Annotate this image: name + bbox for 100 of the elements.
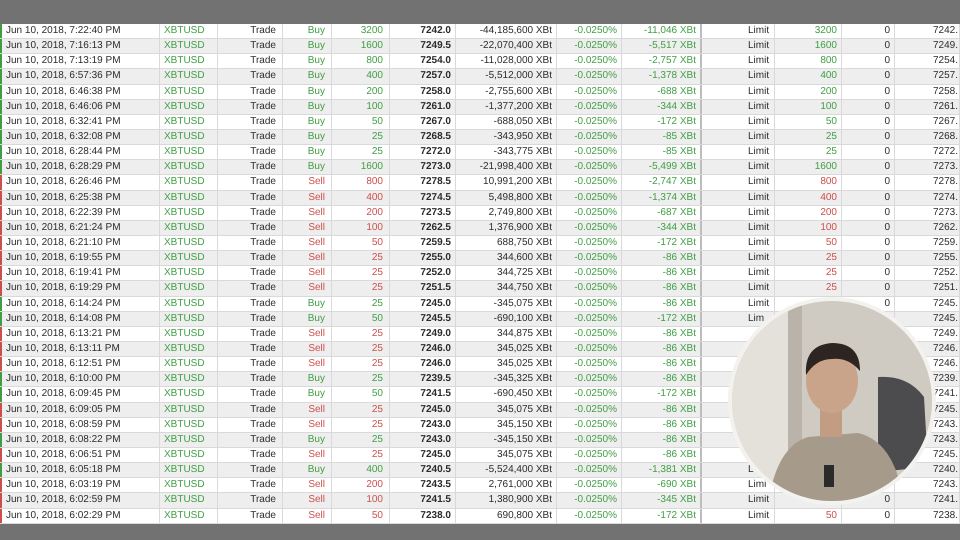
table-cell: 7245.0	[390, 448, 456, 462]
table-cell: Buy	[283, 84, 332, 99]
table-cell: -0.0250%	[557, 130, 622, 144]
table-cell: Trade	[218, 175, 283, 190]
table-cell: 7278.5	[390, 175, 456, 190]
table-cell: -0.0250%	[557, 342, 622, 356]
table-cell: 0	[842, 69, 895, 84]
table-cell: 25	[332, 130, 390, 144]
table-cell: -345,075 XBt	[456, 296, 557, 311]
table-cell: 7245.0	[390, 402, 456, 417]
table-cell: Limit	[702, 251, 775, 266]
table-cell: 1600	[332, 160, 390, 174]
table-cell: XBTUSD	[160, 493, 218, 508]
table-cell: 0	[842, 175, 895, 190]
table-cell: -0.0250%	[557, 251, 622, 266]
table-cell: 7259.5	[390, 236, 456, 250]
table-cell: 50	[332, 387, 390, 402]
table-cell: XBTUSD	[160, 69, 218, 84]
table-cell: Limit	[702, 145, 775, 160]
table-cell: Buy	[283, 69, 332, 84]
table-cell: Jun 10, 2018, 6:09:45 PM	[0, 387, 160, 402]
table-cell: Trade	[218, 508, 283, 523]
table-cell: XBTUSD	[160, 478, 218, 492]
table-cell: Trade	[218, 100, 283, 114]
table-cell: Jun 10, 2018, 7:16:13 PM	[0, 39, 160, 54]
table-cell: Limit	[702, 493, 775, 508]
table-cell: 345,150 XBt	[456, 418, 557, 432]
table-cell: 7245.5	[390, 312, 456, 326]
table-cell: 7262.	[895, 220, 960, 235]
table-cell: Buy	[283, 100, 332, 114]
table-cell: XBTUSD	[160, 251, 218, 266]
table-cell: 7249.0	[390, 326, 456, 341]
table-cell: 0	[842, 100, 895, 114]
table-cell: 0	[842, 236, 895, 250]
table-cell: 1600	[775, 39, 842, 54]
table-cell: Jun 10, 2018, 6:57:36 PM	[0, 69, 160, 84]
table-cell: Limit	[702, 236, 775, 250]
table-cell: 25	[332, 251, 390, 266]
table-cell: Sell	[283, 236, 332, 250]
table-cell: Trade	[218, 220, 283, 235]
table-cell: -0.0250%	[557, 175, 622, 190]
table-cell: Trade	[218, 312, 283, 326]
table-cell: 400	[332, 463, 390, 478]
table-cell: 0	[842, 251, 895, 266]
table-cell: Sell	[283, 220, 332, 235]
table-cell: 25	[332, 145, 390, 160]
table-cell: -44,185,600 XBt	[456, 24, 557, 38]
table-cell: XBTUSD	[160, 402, 218, 417]
table-cell: Limit	[702, 281, 775, 296]
table-cell: -0.0250%	[557, 418, 622, 432]
table-cell: 7267.	[895, 114, 960, 129]
table-cell: 7239.5	[390, 372, 456, 386]
table-cell: -343,775 XBt	[456, 145, 557, 160]
table-cell: XBTUSD	[160, 114, 218, 129]
table-cell: -690,450 XBt	[456, 387, 557, 402]
table-cell: 0	[842, 130, 895, 144]
table-cell: 7242.	[895, 24, 960, 38]
table-cell: Limit	[702, 190, 775, 205]
table-cell: Jun 10, 2018, 6:08:59 PM	[0, 418, 160, 432]
table-cell: XBTUSD	[160, 206, 218, 220]
table-cell: 0	[842, 266, 895, 280]
table-cell: 100	[332, 220, 390, 235]
table-cell: 344,750 XBt	[456, 281, 557, 296]
table-cell: 344,725 XBt	[456, 266, 557, 280]
table-cell: Trade	[218, 114, 283, 129]
table-cell: Limit	[702, 69, 775, 84]
table-cell: 7272.	[895, 145, 960, 160]
table-cell: Jun 10, 2018, 6:10:00 PM	[0, 372, 160, 386]
table-cell: Jun 10, 2018, 6:08:22 PM	[0, 432, 160, 447]
table-cell: 7258.	[895, 84, 960, 99]
table-cell: 7259.	[895, 236, 960, 250]
table-cell: Trade	[218, 54, 283, 68]
table-cell: 0	[842, 160, 895, 174]
table-cell: Trade	[218, 432, 283, 447]
table-cell: 7268.5	[390, 130, 456, 144]
table-cell: 25	[332, 296, 390, 311]
table-cell: 7273.	[895, 160, 960, 174]
table-cell: Trade	[218, 130, 283, 144]
table-cell: Trade	[218, 387, 283, 402]
table-cell: -0.0250%	[557, 402, 622, 417]
table-cell: Sell	[283, 251, 332, 266]
table-cell: -0.0250%	[557, 463, 622, 478]
table-cell: Sell	[283, 326, 332, 341]
table-cell: Jun 10, 2018, 6:02:59 PM	[0, 493, 160, 508]
table-cell: Jun 10, 2018, 6:03:19 PM	[0, 478, 160, 492]
table-cell: XBTUSD	[160, 266, 218, 280]
table-cell: -0.0250%	[557, 145, 622, 160]
table-cell: 400	[332, 190, 390, 205]
table-cell: 3200	[775, 24, 842, 38]
table-cell: 7245.0	[390, 296, 456, 311]
table-cell: Jun 10, 2018, 6:28:29 PM	[0, 160, 160, 174]
table-cell: 100	[775, 220, 842, 235]
table-cell: XBTUSD	[160, 175, 218, 190]
table-cell: 7261.0	[390, 100, 456, 114]
table-cell: Sell	[283, 357, 332, 372]
table-cell: Trade	[218, 281, 283, 296]
table-cell: Trade	[218, 493, 283, 508]
table-cell: 100	[332, 493, 390, 508]
table-cell: 0	[842, 24, 895, 38]
table-cell: XBTUSD	[160, 418, 218, 432]
